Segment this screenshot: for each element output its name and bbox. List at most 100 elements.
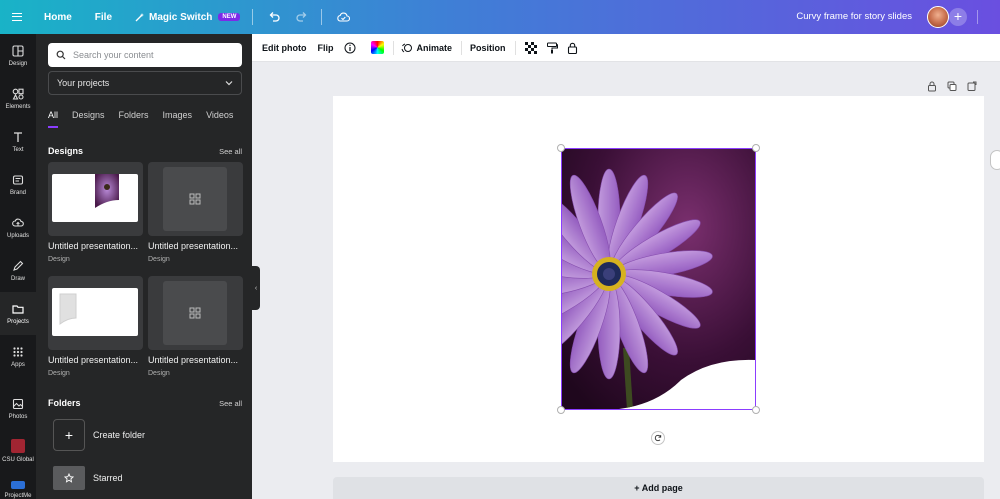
info-icon[interactable] bbox=[344, 42, 356, 54]
divider bbox=[461, 40, 463, 55]
rail-item-design[interactable]: Design bbox=[0, 34, 36, 77]
design-thumbnail bbox=[52, 174, 138, 222]
rail-item-elements[interactable]: Elements bbox=[0, 77, 36, 120]
rail-label: Brand bbox=[9, 189, 26, 196]
color-picker-button[interactable] bbox=[370, 41, 384, 54]
menu-icon[interactable] bbox=[0, 0, 34, 34]
star-folder-icon bbox=[53, 466, 85, 490]
add-page-icon[interactable] bbox=[967, 79, 977, 97]
rail-item-text[interactable]: Text bbox=[0, 120, 36, 163]
folder-icon bbox=[12, 304, 24, 314]
transparency-icon[interactable] bbox=[524, 41, 537, 54]
tab-images[interactable]: Images bbox=[163, 110, 193, 128]
upload-icon bbox=[12, 218, 24, 227]
tab-designs[interactable]: Designs bbox=[72, 110, 105, 128]
color-swatch-icon bbox=[370, 41, 384, 54]
pen-icon bbox=[13, 260, 24, 271]
rail-item-brand[interactable]: Brand bbox=[0, 163, 36, 206]
designs-see-all-link[interactable]: See all bbox=[219, 147, 242, 156]
tab-folders[interactable]: Folders bbox=[119, 110, 149, 128]
animate-icon bbox=[401, 43, 412, 52]
resize-handle[interactable] bbox=[752, 406, 760, 414]
design-card-type: Design bbox=[48, 370, 70, 377]
rail-item-uploads[interactable]: Uploads bbox=[0, 206, 36, 249]
side-scroll-handle[interactable] bbox=[990, 150, 1000, 170]
design-card[interactable] bbox=[148, 276, 243, 350]
rotate-icon[interactable] bbox=[651, 431, 665, 445]
animate-button[interactable]: Animate bbox=[401, 42, 453, 54]
add-page-button[interactable]: + Add page bbox=[333, 477, 984, 499]
resize-handle[interactable] bbox=[752, 144, 760, 152]
undo-icon[interactable] bbox=[267, 10, 281, 24]
new-badge: NEW bbox=[218, 13, 241, 21]
layout-icon bbox=[12, 44, 24, 57]
design-card[interactable] bbox=[148, 162, 243, 236]
resize-handle[interactable] bbox=[557, 406, 565, 414]
create-folder-button[interactable]: + Create folder bbox=[53, 419, 145, 451]
projects-dropdown[interactable]: Your projects bbox=[48, 71, 242, 95]
search-input[interactable] bbox=[73, 50, 233, 60]
divider bbox=[514, 40, 516, 55]
starred-label: Starred bbox=[93, 473, 123, 483]
magic-switch-button[interactable]: Magic Switch NEW bbox=[135, 11, 241, 23]
position-button[interactable]: Position bbox=[470, 43, 506, 53]
resize-handle[interactable] bbox=[557, 144, 565, 152]
rail-label: Projects bbox=[7, 318, 29, 325]
collapse-panel-button[interactable]: ‹ bbox=[252, 266, 260, 310]
top-bar: Home File Magic Switch NEW Curvy frame f… bbox=[0, 0, 1000, 34]
design-card[interactable] bbox=[48, 276, 143, 350]
lock-icon[interactable] bbox=[567, 42, 578, 54]
rail-item-draw[interactable]: Draw bbox=[0, 249, 36, 292]
add-collaborator-button[interactable]: + bbox=[949, 8, 967, 26]
edit-photo-button[interactable]: Edit photo bbox=[262, 43, 307, 53]
placeholder-grid-icon bbox=[189, 193, 201, 205]
duplicate-page-icon[interactable] bbox=[947, 79, 957, 97]
design-card-name: Untitled presentation... bbox=[48, 241, 139, 251]
document-title[interactable]: Curvy frame for story slides bbox=[796, 11, 912, 22]
page-lock-icon[interactable] bbox=[927, 79, 937, 97]
left-rail: Design Elements Text Brand Uploads Draw … bbox=[0, 34, 36, 499]
chevron-down-icon bbox=[225, 81, 233, 86]
apps-grid-icon bbox=[13, 346, 23, 357]
project-icon bbox=[11, 481, 25, 489]
designs-title: Designs bbox=[48, 146, 84, 156]
rail-label: Design bbox=[8, 60, 28, 67]
content-tabs: All Designs Folders Images Videos bbox=[48, 110, 247, 128]
flip-button[interactable]: Flip bbox=[318, 43, 334, 53]
rail-item-projectme[interactable]: ProjectMe bbox=[0, 472, 36, 499]
design-card[interactable] bbox=[48, 162, 143, 236]
cloud-saved-icon[interactable] bbox=[336, 10, 351, 24]
text-icon bbox=[14, 131, 22, 142]
starred-folder[interactable]: Starred bbox=[53, 466, 123, 490]
rail-item-apps[interactable]: Apps bbox=[0, 335, 36, 378]
divider bbox=[977, 10, 978, 24]
redo-icon[interactable] bbox=[295, 10, 309, 24]
search-box[interactable] bbox=[48, 43, 242, 67]
create-folder-label: Create folder bbox=[93, 430, 146, 440]
paint-roller-icon[interactable] bbox=[546, 42, 558, 54]
rail-label: Elements bbox=[5, 103, 31, 110]
csu-logo-icon bbox=[11, 438, 25, 453]
dropdown-value: Your projects bbox=[57, 78, 110, 88]
rail-label: CSU Global bbox=[2, 456, 34, 463]
shapes-icon bbox=[12, 88, 24, 100]
tab-all[interactable]: All bbox=[48, 110, 59, 128]
design-card-type: Design bbox=[148, 256, 170, 263]
rail-item-projects[interactable]: Projects bbox=[0, 292, 36, 335]
rail-label: Text bbox=[12, 146, 24, 153]
projects-panel: Your projects All Designs Folders Images… bbox=[36, 34, 252, 499]
rail-item-photos[interactable]: Photos bbox=[0, 387, 36, 430]
design-card-type: Design bbox=[148, 370, 170, 377]
magic-wand-icon bbox=[135, 13, 145, 22]
selection-border bbox=[561, 148, 756, 410]
avatar[interactable] bbox=[927, 6, 949, 28]
file-menu[interactable]: File bbox=[95, 12, 112, 23]
rail-label: Uploads bbox=[6, 232, 29, 239]
home-link[interactable]: Home bbox=[44, 12, 72, 23]
tab-videos[interactable]: Videos bbox=[206, 110, 233, 128]
rail-item-csu-global[interactable]: CSU Global bbox=[0, 429, 36, 472]
rail-label: Photos bbox=[8, 413, 28, 420]
animate-label: Animate bbox=[416, 42, 453, 53]
magic-switch-label: Magic Switch bbox=[149, 11, 213, 23]
folders-see-all-link[interactable]: See all bbox=[219, 399, 242, 408]
